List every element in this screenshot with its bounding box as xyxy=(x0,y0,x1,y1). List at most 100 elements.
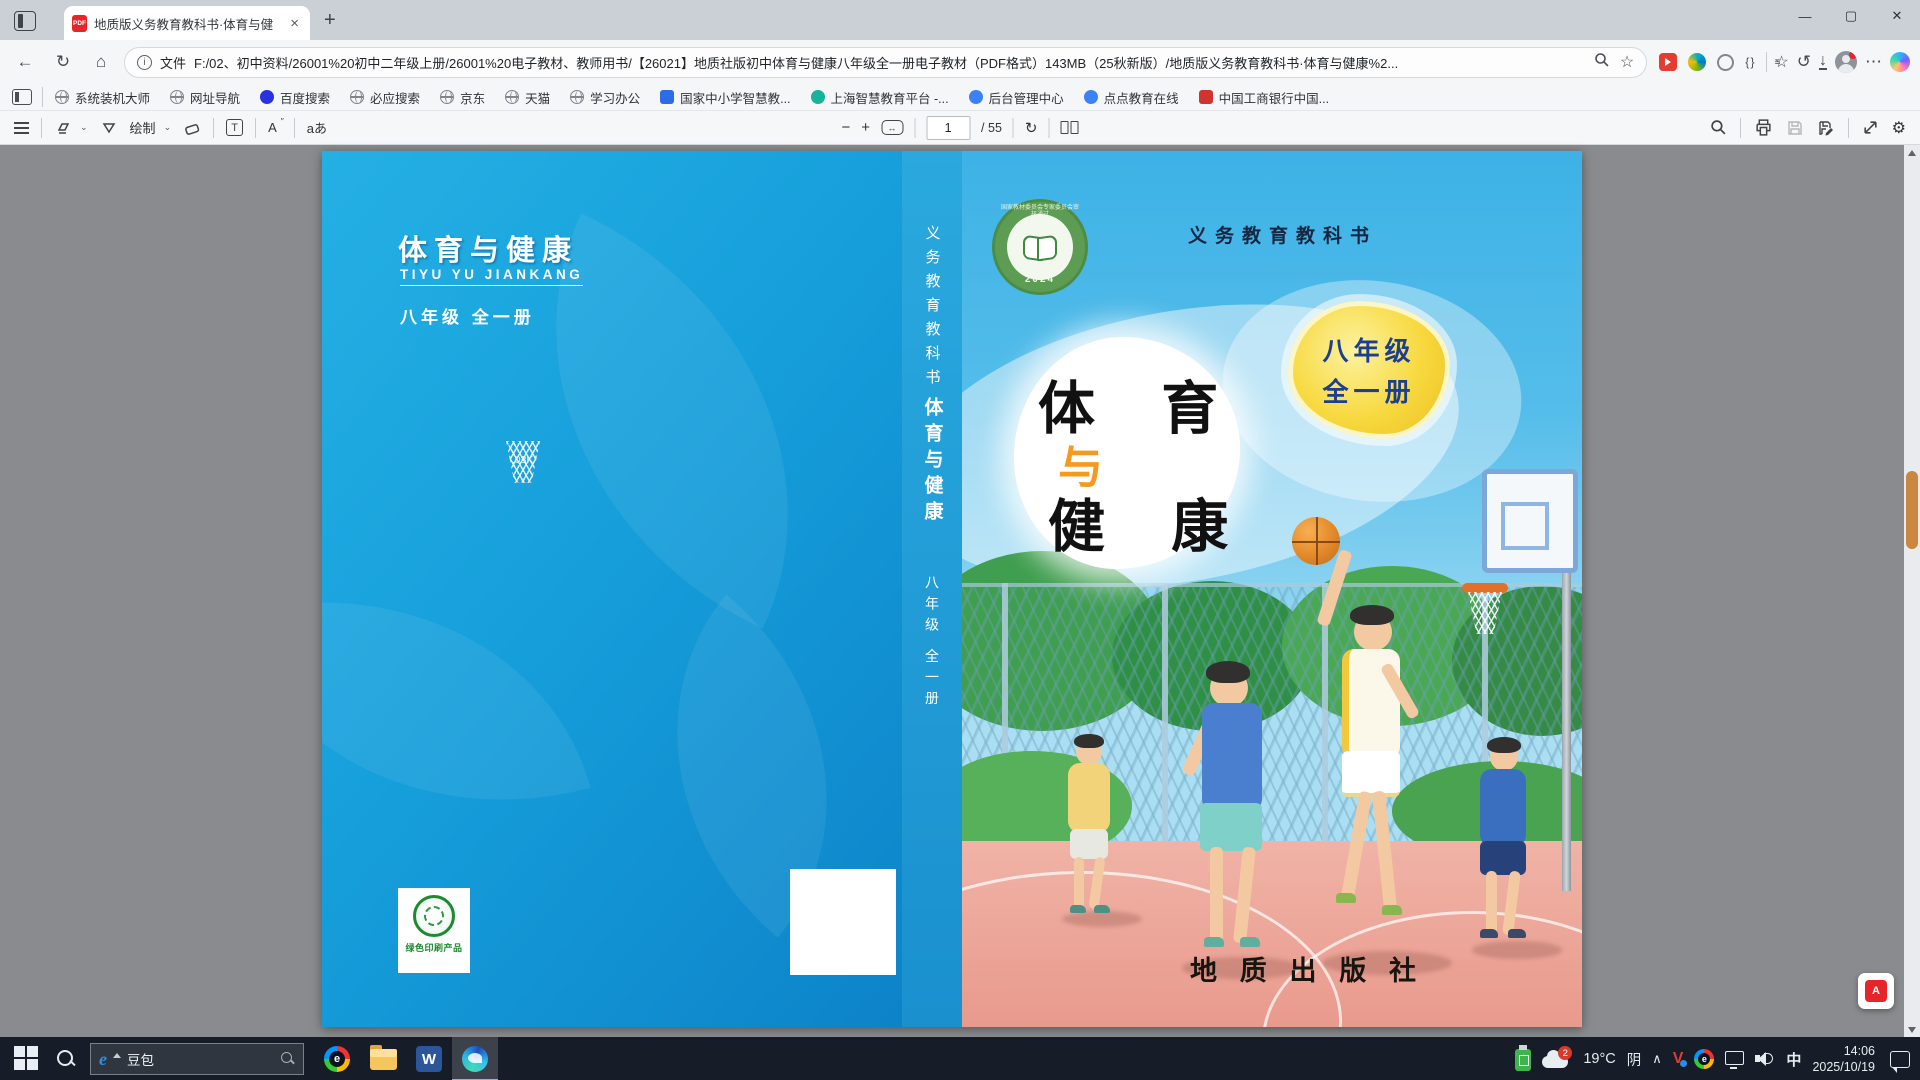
page-view-icon[interactable] xyxy=(1060,121,1078,134)
extension-ring-icon[interactable] xyxy=(1717,54,1734,71)
address-url[interactable]: F:/02、初中资料/26001%20初中二年级上册/26001%20电子教材、… xyxy=(194,53,1586,72)
sidebar-toggle-icon[interactable] xyxy=(12,89,32,105)
tray-360-icon[interactable]: e xyxy=(1694,1049,1714,1069)
hidden-icons-chevron[interactable]: ∧ xyxy=(1652,1051,1662,1067)
bookmark-item[interactable]: 学习办公 xyxy=(562,85,648,110)
taskbar-search-icon[interactable] xyxy=(56,1049,76,1069)
draw-icon[interactable] xyxy=(100,119,118,137)
bookmark-item[interactable]: 中国工商银行中国... xyxy=(1191,85,1337,110)
ie-icon: e xyxy=(99,1049,107,1070)
page-info-icon[interactable]: i xyxy=(137,55,152,70)
search-document-icon[interactable] xyxy=(1710,119,1727,136)
page-number-input[interactable] xyxy=(926,116,970,140)
weather-condition[interactable]: 阴 xyxy=(1627,1049,1642,1070)
fullscreen-icon[interactable] xyxy=(1862,119,1879,136)
tab-close-icon[interactable]: × xyxy=(287,15,302,32)
bookmark-item[interactable]: 国家中小学智慧教... xyxy=(652,85,798,110)
chevron-down-icon[interactable]: ⌄ xyxy=(80,122,88,133)
icbc-icon xyxy=(1199,90,1213,104)
bookmark-item[interactable]: 网址导航 xyxy=(162,85,248,110)
translate-icon[interactable]: aあ xyxy=(307,118,327,137)
bing-extension-icon[interactable] xyxy=(1688,53,1706,71)
address-bar[interactable]: i 文件 F:/02、初中资料/26001%20初中二年级上册/26001%20… xyxy=(124,47,1647,78)
app-file-explorer[interactable] xyxy=(360,1037,406,1080)
caret-up-icon xyxy=(113,1053,121,1058)
minimize-button[interactable]: — xyxy=(1782,0,1828,32)
save-as-icon[interactable] xyxy=(1817,119,1835,137)
draw-label[interactable]: 绘制 xyxy=(130,118,156,137)
highlighter-icon[interactable] xyxy=(54,119,72,137)
extension-red-icon[interactable] xyxy=(1659,53,1677,71)
system-tray: ↑ 0.03K/s ↓ 1.2K/s 2 19°C 阴 ∧ V e 中 14:0… xyxy=(1515,1037,1920,1080)
weather-temp[interactable]: 19°C xyxy=(1583,1051,1615,1067)
clock[interactable]: 14:06 2025/10/19 xyxy=(1812,1043,1875,1075)
barcode-placeholder xyxy=(790,869,896,975)
app-360-browser[interactable]: e xyxy=(314,1037,360,1080)
ime-indicator[interactable]: 中 xyxy=(1786,1049,1801,1070)
read-aloud-icon[interactable]: A xyxy=(268,120,282,135)
scroll-down-icon[interactable] xyxy=(1904,1022,1920,1037)
back-icon[interactable]: ← xyxy=(10,47,40,77)
scrollbar-thumb[interactable] xyxy=(1906,471,1918,549)
bookmark-item[interactable]: 京东 xyxy=(432,85,493,110)
app-word[interactable]: W xyxy=(406,1037,452,1080)
settings-gear-icon[interactable]: ⚙ xyxy=(1892,118,1906,138)
vertical-scrollbar[interactable] xyxy=(1904,145,1920,1037)
weather-cloud-icon[interactable]: 2 xyxy=(1542,1048,1572,1070)
divider xyxy=(294,118,295,138)
fit-width-icon[interactable]: ↔ xyxy=(881,120,903,135)
save-icon xyxy=(1786,119,1804,137)
taskbar-search-box[interactable]: e 豆包 xyxy=(90,1043,304,1075)
active-tab[interactable]: PDF 地质版义务教育教科书·体育与健 × xyxy=(64,6,310,40)
volume-icon[interactable] xyxy=(1755,1050,1775,1068)
bookmark-item[interactable]: 天猫 xyxy=(497,85,558,110)
tray-time: 14:06 xyxy=(1812,1043,1875,1059)
zoom-out-icon[interactable]: − xyxy=(842,119,851,136)
print-icon[interactable] xyxy=(1754,118,1773,137)
app-edge-active[interactable] xyxy=(452,1037,498,1080)
add-text-icon[interactable]: T xyxy=(226,119,243,136)
pdf-viewport: 体育与健康 TIYU YU JIANKANG 八年级 全一册 绿色印刷产品 义务… xyxy=(0,145,1920,1037)
zoom-page-icon[interactable] xyxy=(1594,52,1610,68)
maximize-button[interactable]: ▢ xyxy=(1828,0,1874,32)
copilot-icon[interactable] xyxy=(1890,52,1910,72)
tab-actions-icon[interactable] xyxy=(14,11,36,31)
bookmark-item[interactable]: 后台管理中心 xyxy=(961,85,1072,110)
bookmark-item[interactable]: 上海智慧教育平台 -... xyxy=(803,85,957,110)
acrobat-button[interactable]: A xyxy=(1858,973,1894,1009)
downloads-icon[interactable]: ↓ xyxy=(1819,54,1827,70)
divider xyxy=(1766,52,1767,72)
extension-braces-icon[interactable]: { } xyxy=(1745,55,1753,69)
more-menu-icon[interactable]: ⋯ xyxy=(1865,52,1882,72)
history-icon[interactable]: ↺ xyxy=(1797,52,1811,72)
divider xyxy=(1048,118,1049,138)
taskbar-search-text[interactable]: 豆包 xyxy=(127,1049,275,1069)
book-front-cover: 国家教材委员会专家委员会审核通过 2024 义务教育教科书 xyxy=(962,151,1582,1027)
rotate-icon[interactable]: ↻ xyxy=(1025,119,1038,137)
globe-icon xyxy=(170,90,184,104)
bookmark-label: 后台管理中心 xyxy=(989,88,1064,107)
bookmark-item[interactable]: 点点教育在线 xyxy=(1076,85,1187,110)
action-center-icon[interactable] xyxy=(1890,1051,1910,1068)
favorite-star-icon[interactable]: ☆ xyxy=(1620,52,1634,72)
usb-device-icon[interactable] xyxy=(1515,1049,1531,1071)
eraser-icon[interactable] xyxy=(183,119,201,137)
profile-avatar[interactable] xyxy=(1835,51,1857,73)
zoom-in-icon[interactable]: + xyxy=(861,119,870,136)
bookmark-label: 天猫 xyxy=(525,88,550,107)
scroll-up-icon[interactable] xyxy=(1904,145,1920,160)
bookmark-item[interactable]: 系统装机大师 xyxy=(47,85,158,110)
start-button[interactable] xyxy=(14,1046,40,1072)
bookmark-item[interactable]: 必应搜索 xyxy=(342,85,428,110)
close-button[interactable]: ✕ xyxy=(1874,0,1920,32)
word-icon: W xyxy=(416,1046,442,1072)
favorites-bar-icon[interactable]: ≡☆ xyxy=(1775,52,1789,72)
network-icon[interactable] xyxy=(1725,1051,1744,1065)
new-tab-button[interactable]: + xyxy=(324,9,336,32)
browser-titlebar: PDF 地质版义务教育教科书·体育与健 × + — ▢ ✕ xyxy=(0,0,1920,40)
chevron-down-icon[interactable]: ⌄ xyxy=(164,122,172,133)
home-icon[interactable]: ⌂ xyxy=(86,47,116,77)
tray-app-red-icon[interactable]: V xyxy=(1673,1050,1684,1068)
refresh-icon[interactable]: ↻ xyxy=(48,47,78,77)
bookmark-item[interactable]: 百度搜索 xyxy=(252,85,338,110)
